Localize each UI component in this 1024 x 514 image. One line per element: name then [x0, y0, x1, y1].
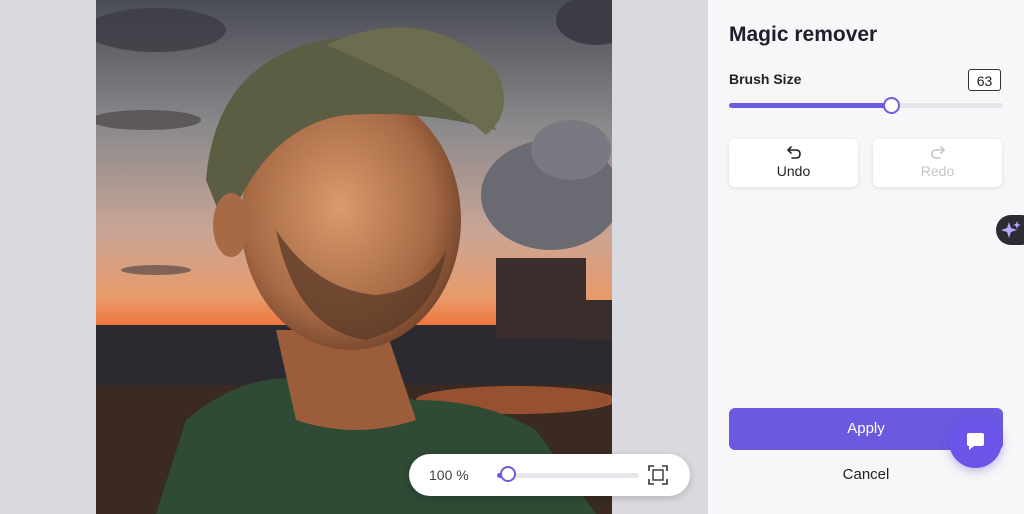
edited-photo[interactable] [96, 0, 612, 514]
redo-button[interactable]: Redo [873, 139, 1002, 187]
brush-size-label: Brush Size [729, 71, 802, 87]
zoom-level-label: 100 % [429, 467, 469, 483]
zoom-slider[interactable] [497, 466, 639, 482]
undo-button[interactable]: Undo [729, 139, 858, 187]
brush-size-slider-fill [729, 103, 891, 108]
zoom-control: 100 % [409, 454, 690, 496]
redo-label: Redo [920, 163, 955, 179]
cancel-button[interactable]: Cancel [729, 466, 1003, 483]
panel-title: Magic remover [729, 23, 878, 46]
brush-size-slider[interactable] [729, 97, 1003, 114]
brush-size-input[interactable]: 63 [968, 69, 1001, 91]
chat-support-button[interactable] [949, 415, 1002, 468]
magic-assistant-button[interactable] [996, 215, 1024, 245]
zoom-slider-thumb[interactable] [500, 466, 517, 482]
undo-arrow-icon [786, 144, 802, 160]
brush-size-slider-thumb[interactable] [882, 97, 900, 114]
editor-canvas[interactable]: 100 % [0, 0, 708, 514]
fit-screen-icon[interactable] [648, 465, 668, 485]
redo-arrow-icon [930, 144, 946, 160]
undo-label: Undo [776, 163, 811, 179]
